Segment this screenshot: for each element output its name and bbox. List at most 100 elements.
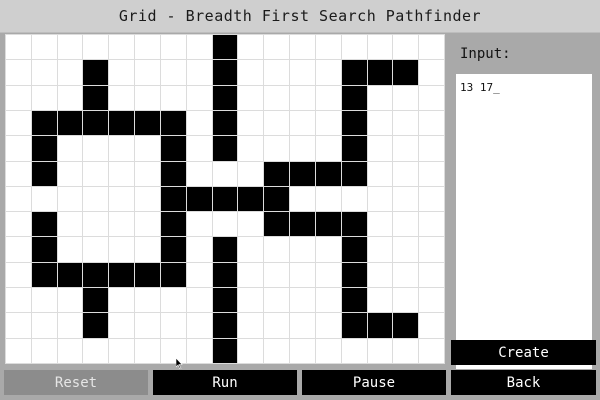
grid-cell[interactable] <box>31 60 58 86</box>
grid-cell[interactable] <box>6 110 32 137</box>
grid-cell[interactable] <box>393 186 420 213</box>
grid-cell-wall[interactable] <box>341 288 368 314</box>
grid-cell[interactable] <box>367 161 394 187</box>
grid-cell[interactable] <box>238 60 265 86</box>
grid-cell-wall[interactable] <box>160 212 187 238</box>
grid-cell[interactable] <box>135 212 161 238</box>
grid-cell[interactable] <box>186 313 213 339</box>
grid-cell[interactable] <box>290 338 316 364</box>
grid-cell[interactable] <box>57 60 84 86</box>
grid-cell[interactable] <box>186 136 213 162</box>
grid-cell[interactable] <box>315 237 342 263</box>
grid-cell[interactable] <box>367 288 394 314</box>
grid-cell-wall[interactable] <box>264 212 291 238</box>
grid-cell-wall[interactable] <box>341 60 368 86</box>
grid-cell-wall[interactable] <box>109 262 136 289</box>
grid-cell[interactable] <box>109 237 136 263</box>
grid-cell-wall[interactable] <box>341 136 368 162</box>
grid-cell[interactable] <box>31 186 58 213</box>
grid-cell[interactable] <box>264 338 291 364</box>
grid-cell-wall[interactable] <box>31 161 58 187</box>
grid-cell[interactable] <box>135 35 161 61</box>
grid-cell[interactable] <box>393 136 420 162</box>
grid-cell[interactable] <box>238 35 265 61</box>
grid-cell[interactable] <box>393 212 420 238</box>
grid-cell-wall[interactable] <box>83 85 110 111</box>
grid-cell-wall[interactable] <box>160 186 187 213</box>
grid-cell[interactable] <box>393 35 420 61</box>
grid-cell-wall[interactable] <box>31 212 58 238</box>
grid-cell[interactable] <box>6 237 32 263</box>
grid-cell[interactable] <box>238 262 265 289</box>
grid-cell[interactable] <box>290 313 316 339</box>
grid-cell[interactable] <box>57 338 84 364</box>
grid-cell[interactable] <box>264 60 291 86</box>
grid-cell-wall[interactable] <box>290 212 316 238</box>
grid-cell-wall[interactable] <box>212 85 239 111</box>
grid-cell[interactable] <box>6 186 32 213</box>
grid-cell-wall[interactable] <box>160 110 187 137</box>
grid-cell[interactable] <box>57 288 84 314</box>
grid-cell[interactable] <box>315 313 342 339</box>
grid-cell[interactable] <box>264 313 291 339</box>
grid-cell[interactable] <box>109 35 136 61</box>
grid-cell-wall[interactable] <box>212 338 239 364</box>
grid-cell[interactable] <box>315 60 342 86</box>
grid-cell[interactable] <box>238 338 265 364</box>
grid-cell-wall[interactable] <box>341 110 368 137</box>
grid-cell[interactable] <box>264 237 291 263</box>
pause-button[interactable]: Pause <box>302 370 446 395</box>
grid-cell-wall[interactable] <box>135 262 161 289</box>
grid-cell[interactable] <box>83 161 110 187</box>
grid-cell-wall[interactable] <box>212 288 239 314</box>
grid-cell[interactable] <box>135 237 161 263</box>
grid-cell[interactable] <box>57 161 84 187</box>
grid-cell-wall[interactable] <box>83 60 110 86</box>
grid-cell[interactable] <box>393 110 420 137</box>
grid-cell-wall[interactable] <box>212 60 239 86</box>
grid-cell[interactable] <box>6 85 32 111</box>
input-field[interactable]: 13 17_ <box>456 74 592 369</box>
grid-cell[interactable] <box>315 262 342 289</box>
grid-cell[interactable] <box>367 237 394 263</box>
grid-cell-wall[interactable] <box>160 136 187 162</box>
grid-cell[interactable] <box>367 136 394 162</box>
grid-cell[interactable] <box>160 313 187 339</box>
grid-cell[interactable] <box>57 35 84 61</box>
grid-cell[interactable] <box>264 35 291 61</box>
grid-cell[interactable] <box>419 161 445 187</box>
grid-cell-wall[interactable] <box>393 313 420 339</box>
grid-cell[interactable] <box>186 35 213 61</box>
grid-cell[interactable] <box>186 161 213 187</box>
grid-cell[interactable] <box>419 313 445 339</box>
grid-cell[interactable] <box>290 35 316 61</box>
grid-cell[interactable] <box>135 186 161 213</box>
grid-cell[interactable] <box>290 110 316 137</box>
grid-cell[interactable] <box>6 212 32 238</box>
grid-cell[interactable] <box>419 237 445 263</box>
grid-cell[interactable] <box>264 136 291 162</box>
grid-cell[interactable] <box>135 313 161 339</box>
grid-cell[interactable] <box>419 110 445 137</box>
grid-cell[interactable] <box>109 212 136 238</box>
grid-cell-wall[interactable] <box>341 237 368 263</box>
grid-cell[interactable] <box>367 85 394 111</box>
grid-cell[interactable] <box>393 288 420 314</box>
grid-cell-wall[interactable] <box>31 262 58 289</box>
grid-cell[interactable] <box>160 35 187 61</box>
grid-cell[interactable] <box>290 85 316 111</box>
grid-cell[interactable] <box>6 262 32 289</box>
grid-cell[interactable] <box>315 136 342 162</box>
grid-cell[interactable] <box>6 60 32 86</box>
grid-cell[interactable] <box>290 186 316 213</box>
grid-cell-wall[interactable] <box>31 110 58 137</box>
grid-cell[interactable] <box>419 262 445 289</box>
grid-cell-wall[interactable] <box>160 262 187 289</box>
grid-cell[interactable] <box>264 110 291 137</box>
grid-cell[interactable] <box>83 136 110 162</box>
grid-cell[interactable] <box>109 313 136 339</box>
grid-cell-wall[interactable] <box>212 136 239 162</box>
grid-cell-wall[interactable] <box>57 262 84 289</box>
grid-cell[interactable] <box>135 338 161 364</box>
grid-cell-wall[interactable] <box>31 136 58 162</box>
